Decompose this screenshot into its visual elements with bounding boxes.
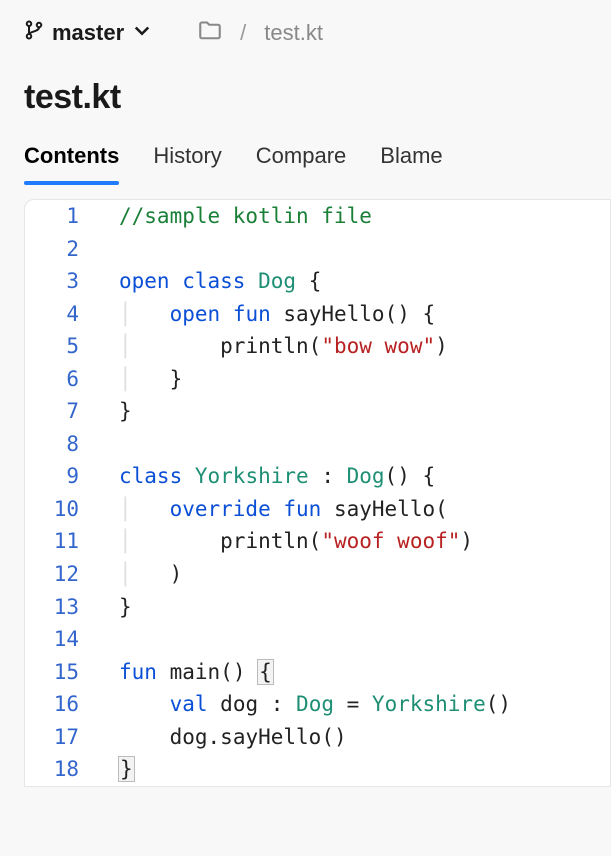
matching-brace: { — [258, 660, 273, 684]
line-number: 8 — [25, 428, 95, 461]
branch-selector[interactable]: master — [24, 19, 152, 47]
tab-contents[interactable]: Contents — [24, 143, 119, 183]
indent-guide: │ — [119, 497, 170, 521]
breadcrumb-separator: / — [240, 20, 246, 46]
tab-history[interactable]: History — [153, 143, 221, 183]
line-number: 3 — [25, 265, 95, 298]
code-line — [95, 233, 610, 266]
line-number: 17 — [25, 721, 95, 754]
code-line: │ open fun sayHello() { — [95, 298, 610, 331]
code-line: │ println("woof woof") — [95, 525, 610, 558]
line-number: 14 — [25, 623, 95, 656]
code-table: 1//sample kotlin file 2 3open class Dog … — [25, 200, 610, 786]
code-line: │ } — [95, 363, 610, 396]
line-number: 10 — [25, 493, 95, 526]
code-row: 4│ open fun sayHello() { — [25, 298, 610, 331]
tabs: Contents History Compare Blame — [0, 125, 611, 183]
code-line: } — [95, 395, 610, 428]
code-line: open class Dog { — [95, 265, 610, 298]
code-row: 17 dog.sayHello() — [25, 721, 610, 754]
code-row: 2 — [25, 233, 610, 266]
line-number: 12 — [25, 558, 95, 591]
tab-blame[interactable]: Blame — [380, 143, 442, 183]
cursor — [134, 758, 135, 781]
code-line: dog.sayHello() — [95, 721, 610, 754]
code-row: 11│ println("woof woof") — [25, 525, 610, 558]
code-row: 7} — [25, 395, 610, 428]
code-line: │ override fun sayHello( — [95, 493, 610, 526]
code-row: 3open class Dog { — [25, 265, 610, 298]
line-number: 1 — [25, 200, 95, 233]
code-line: } — [95, 753, 610, 786]
code-row: 8 — [25, 428, 610, 461]
indent-guide: │ — [119, 334, 220, 358]
line-number: 11 — [25, 525, 95, 558]
code-line: //sample kotlin file — [95, 200, 610, 233]
indent-guide: │ — [119, 562, 170, 586]
breadcrumb: / test.kt — [198, 18, 323, 48]
line-number: 18 — [25, 753, 95, 786]
code-line: │ ) — [95, 558, 610, 591]
code-row: 1//sample kotlin file — [25, 200, 610, 233]
chevron-down-icon — [132, 20, 152, 46]
code-row: 12│ ) — [25, 558, 610, 591]
line-number: 2 — [25, 233, 95, 266]
code-row: 6│ } — [25, 363, 610, 396]
indent-guide: │ — [119, 302, 170, 326]
line-number: 6 — [25, 363, 95, 396]
code-row: 14 — [25, 623, 610, 656]
code-line: } — [95, 591, 610, 624]
code-row: 16 val dog : Dog = Yorkshire() — [25, 688, 610, 721]
folder-icon[interactable] — [198, 18, 222, 48]
code-row: 13} — [25, 591, 610, 624]
line-number: 7 — [25, 395, 95, 428]
line-number: 13 — [25, 591, 95, 624]
code-line — [95, 428, 610, 461]
code-line: class Yorkshire : Dog() { — [95, 460, 610, 493]
code-row: 10│ override fun sayHello( — [25, 493, 610, 526]
branch-name: master — [52, 20, 124, 46]
code-viewer[interactable]: 1//sample kotlin file 2 3open class Dog … — [24, 199, 611, 787]
page-title: test.kt — [0, 54, 611, 125]
line-number: 16 — [25, 688, 95, 721]
breadcrumb-file[interactable]: test.kt — [264, 20, 323, 46]
code-row: 18} — [25, 753, 610, 786]
code-line — [95, 623, 610, 656]
line-number: 15 — [25, 656, 95, 689]
code-row: 5│ println("bow wow") — [25, 330, 610, 363]
line-number: 9 — [25, 460, 95, 493]
branch-icon — [24, 19, 44, 47]
code-line: │ println("bow wow") — [95, 330, 610, 363]
indent-guide: │ — [119, 367, 170, 391]
line-number: 5 — [25, 330, 95, 363]
code-row: 15fun main() { — [25, 656, 610, 689]
code-line: fun main() { — [95, 656, 610, 689]
line-number: 4 — [25, 298, 95, 331]
indent-guide: │ — [119, 529, 220, 553]
code-row: 9class Yorkshire : Dog() { — [25, 460, 610, 493]
tab-compare[interactable]: Compare — [256, 143, 346, 183]
code-line: val dog : Dog = Yorkshire() — [95, 688, 610, 721]
matching-brace: } — [119, 757, 134, 781]
